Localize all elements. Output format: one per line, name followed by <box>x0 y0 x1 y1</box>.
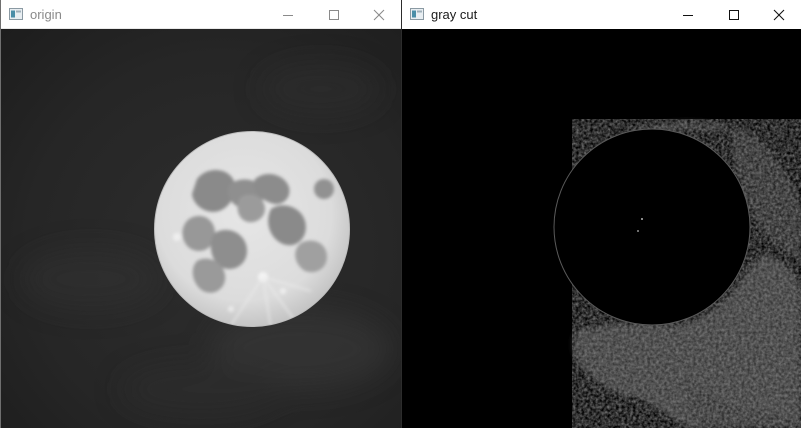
image-canvas-origin <box>1 29 401 428</box>
opencv-window-icon <box>9 7 23 20</box>
window-title: origin <box>30 7 62 22</box>
window-title: gray cut <box>431 7 478 22</box>
minimize-button[interactable] <box>665 0 711 29</box>
titlebar-origin[interactable]: origin <box>1 0 401 29</box>
minimize-icon <box>683 14 693 16</box>
minimize-icon <box>283 14 293 16</box>
titlebar-gray-cut[interactable]: gray cut <box>402 0 801 29</box>
maximize-button[interactable] <box>311 0 357 29</box>
maximize-button[interactable] <box>711 0 757 29</box>
close-button[interactable] <box>756 0 801 29</box>
window-gray-cut[interactable]: gray cut <box>401 0 801 428</box>
moon-photo <box>1 29 401 428</box>
close-icon <box>373 9 385 20</box>
thresholded-moon-image <box>402 29 801 428</box>
desktop: origin gray cut <box>0 0 801 428</box>
minimize-button[interactable] <box>265 0 311 29</box>
opencv-window-icon <box>410 7 424 20</box>
maximize-icon <box>729 9 739 20</box>
maximize-icon <box>329 9 339 20</box>
close-icon <box>773 9 785 20</box>
window-origin[interactable]: origin <box>0 0 401 428</box>
close-button[interactable] <box>356 0 401 29</box>
image-canvas-gray-cut <box>402 29 801 428</box>
